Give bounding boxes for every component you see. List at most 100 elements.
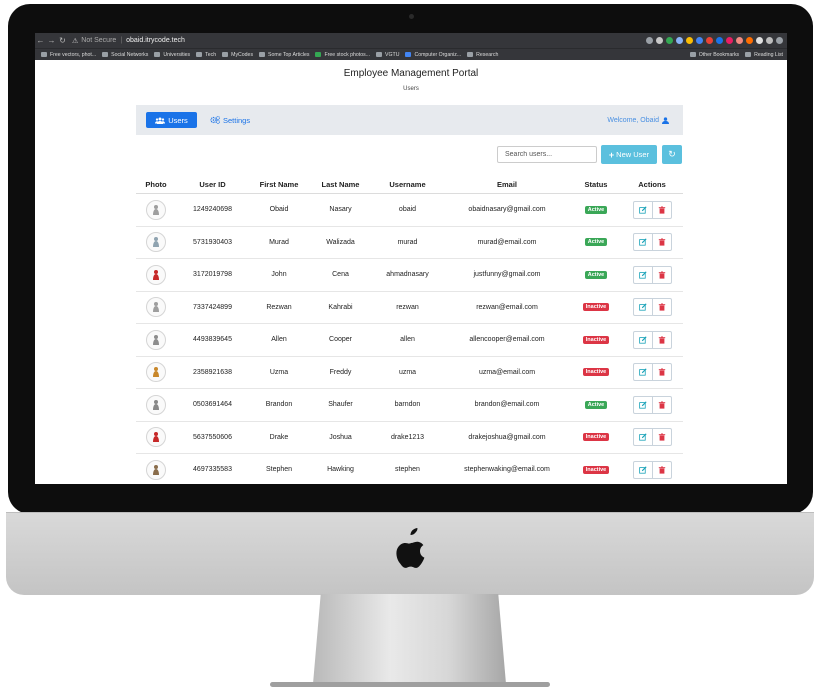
avatar [146,264,166,285]
refresh-button[interactable]: ↻ [662,145,682,164]
user-id-cell: 2358921638 [193,368,232,376]
edit-button[interactable] [634,461,653,478]
bookmark-item[interactable]: Other Bookmarks [689,52,739,58]
delete-button[interactable] [653,299,671,315]
delete-button[interactable] [653,234,671,250]
extension-icon[interactable] [716,37,723,44]
delete-button[interactable] [653,332,671,348]
last-name-cell: Freddy [329,368,352,376]
bookmark-item[interactable]: Universities [154,52,190,58]
last-name-cell: Shaufer [328,401,353,409]
extension-icon[interactable] [666,37,673,44]
action-group [632,233,672,252]
action-group [632,395,672,414]
avatar [146,297,166,318]
delete-button[interactable] [653,429,671,445]
back-icon[interactable]: ← [35,36,46,45]
header-email: Email [496,179,517,189]
edit-button[interactable] [634,201,653,218]
bookmark-item[interactable]: Research [467,52,498,58]
trash-icon [658,206,665,214]
edit-button[interactable] [634,364,653,381]
extension-icon[interactable] [706,37,713,44]
reload-icon[interactable]: ↻ [57,36,68,45]
edit-button[interactable] [634,429,653,446]
first-name-cell: Allen [271,336,287,344]
bookmark-item[interactable]: MyCodes [222,52,253,58]
first-name-cell: Rezwan [266,303,292,311]
edit-button[interactable] [634,266,653,283]
extension-icon[interactable] [746,37,753,44]
user-id-cell: 4493839645 [193,336,232,344]
edit-button[interactable] [634,234,653,251]
status-badge: Inactive [582,465,610,474]
forward-icon[interactable]: → [46,36,57,45]
table-row: 7337424899 Rezwan Kahrabi rezwan rezwan@emai… [136,292,683,324]
figure-icon [153,399,159,410]
edit-icon [638,336,647,344]
figure-icon [153,464,159,475]
edit-button[interactable] [634,299,653,316]
extension-icon[interactable] [676,37,683,44]
actions-cell [621,330,683,349]
plus-icon: + [608,149,615,160]
bookmark-item[interactable]: Free stock photos... [315,52,370,58]
first-name-cell: Murad [269,238,289,246]
search-input[interactable] [497,146,597,163]
last-name-cell: Cena [332,271,349,279]
bookmark-item[interactable]: Tech [196,52,216,58]
settings-link[interactable]: Settings [210,112,250,128]
image-icon [315,52,322,57]
delete-button[interactable] [653,364,671,380]
extension-icon[interactable] [726,37,733,44]
status-badge: Active [584,205,608,214]
status-cell: Inactive [571,303,621,312]
table-row: 2358921638 Uzma Freddy uzma uzma@email.com In… [136,357,683,389]
email-cell: rezwan@email.com [476,303,538,311]
photo-cell [136,427,176,448]
edit-button[interactable] [634,331,653,348]
status-badge: Inactive [582,368,610,377]
delete-button[interactable] [653,267,671,283]
delete-button[interactable] [653,462,671,478]
bookmark-item[interactable]: Reading List [745,52,783,58]
header-photo: Photo [145,179,167,189]
bookmark-item[interactable]: Free vectors, phot... [41,52,96,58]
photo-cell [136,264,176,285]
folder-icon [41,52,47,57]
user-id-cell: 5637550606 [193,433,232,441]
page-content: Employee Management Portal Users Users S… [35,60,787,484]
user-id-cell: 3172019798 [193,271,232,279]
edit-button[interactable] [634,396,653,413]
camera [409,14,414,19]
first-name-cell: Uzma [269,368,289,376]
avatar-icon[interactable] [766,37,773,44]
figure-icon [153,204,159,215]
bookmark-item[interactable]: Social Networks [102,52,148,58]
edit-icon [638,401,647,409]
welcome-link[interactable]: Welcome, Obaid [607,112,669,128]
share-icon[interactable] [646,37,653,44]
username-cell: stephen [395,466,420,474]
header-username: Username [389,179,426,189]
star-icon[interactable] [656,37,663,44]
delete-button[interactable] [653,202,671,218]
menu-icon[interactable] [776,37,783,44]
bookmark-item[interactable]: VGTU [376,52,399,58]
first-name-cell: Drake [269,433,289,441]
trash-icon [658,401,665,409]
trash-icon [658,466,665,474]
trash-icon [658,238,665,246]
extension-icon[interactable] [736,37,743,44]
new-user-button[interactable]: + New User [601,145,657,164]
extension-icon[interactable] [686,37,693,44]
bookmark-item[interactable]: Computer Organiz... [405,52,461,58]
delete-button[interactable] [653,397,671,413]
address-bar[interactable]: ⚠ Not Secure | obaid.itrycode.tech [72,37,185,45]
users-button[interactable]: Users [146,112,197,128]
imac-stand [313,594,506,684]
bookmark-item[interactable]: Some Top Articles [259,52,309,58]
actions-cell [621,363,683,382]
extension-icon[interactable] [696,37,703,44]
puzzle-icon[interactable] [756,37,763,44]
